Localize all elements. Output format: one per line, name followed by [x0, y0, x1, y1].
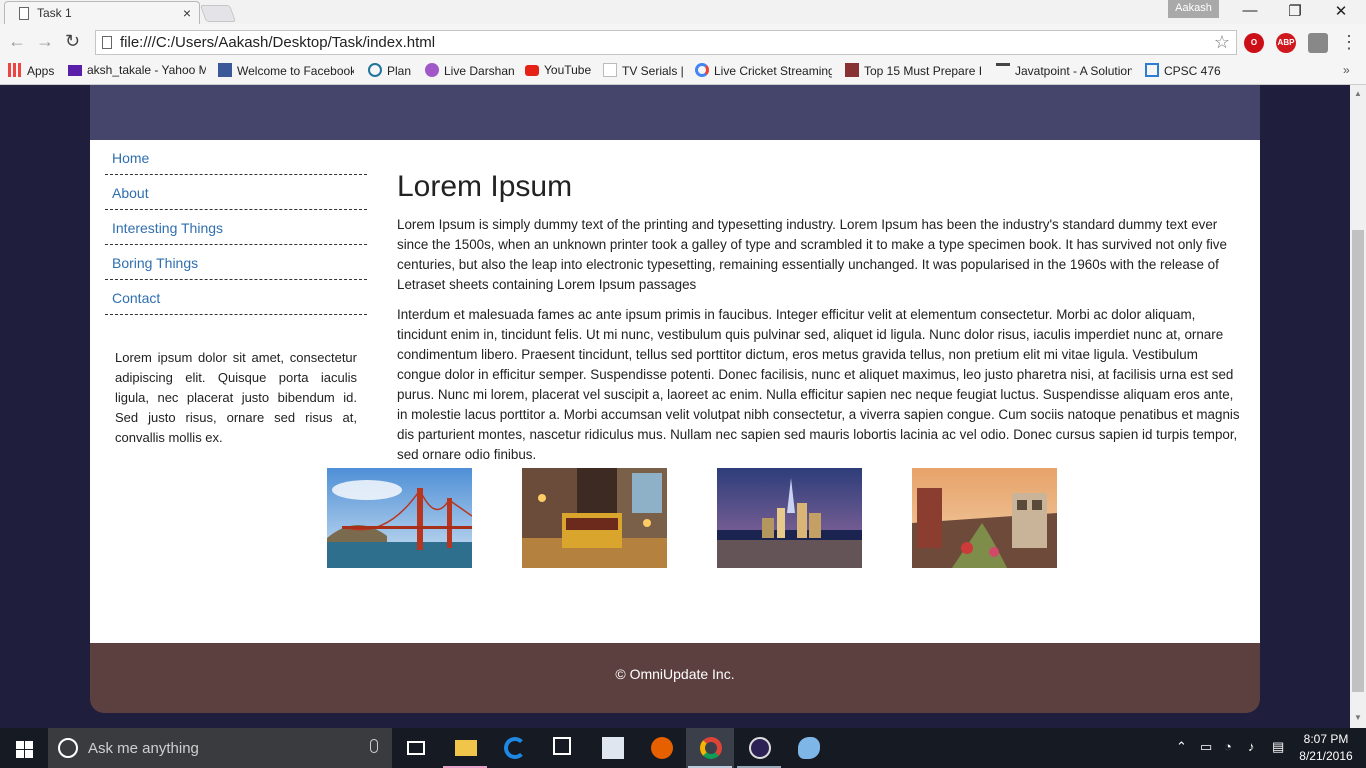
calendar-app-icon[interactable]: [588, 728, 636, 768]
bookmark-live-darshan[interactable]: Live Darshan: [425, 63, 515, 78]
nav-contact[interactable]: Contact: [105, 280, 367, 315]
bookmark-plan[interactable]: Plan: [368, 63, 414, 78]
store-icon[interactable]: [539, 728, 587, 768]
close-window-button[interactable]: ✕: [1326, 2, 1356, 20]
bookmark-star-icon[interactable]: ☆: [1214, 32, 1230, 53]
bookmark-youtube[interactable]: YouTube: [525, 63, 595, 77]
main-content: Lorem Ipsum Lorem Ipsum is simply dummy …: [397, 140, 1245, 465]
system-clock[interactable]: 8:07 PM 8/21/2016: [1298, 731, 1354, 765]
page-icon: [102, 36, 112, 49]
wordpress-icon: [368, 63, 382, 77]
bookmarks-bar: Apps aksh_takale - Yahoo M Welcome to Fa…: [0, 60, 1366, 85]
content-area: Home About Interesting Things Boring Thi…: [90, 140, 1260, 643]
youtube-icon: [525, 65, 539, 76]
cortana-search-box[interactable]: Ask me anything: [48, 728, 392, 768]
eyedropper-icon[interactable]: [1308, 33, 1328, 53]
golden-gate-bridge-image: [327, 468, 472, 568]
nav-home[interactable]: Home: [105, 140, 367, 175]
bookmark-javatpoint[interactable]: Javatpoint - A Solution: [996, 63, 1132, 78]
google-icon: [695, 63, 709, 77]
music-icon: [845, 63, 859, 77]
temple-icon: [425, 63, 439, 77]
url-text[interactable]: file:///C:/Users/Aakash/Desktop/Task/ind…: [120, 34, 435, 51]
browser-tab[interactable]: Task 1 ×: [4, 1, 200, 25]
bookmark-tv-serials[interactable]: TV Serials |: [603, 63, 685, 78]
back-arrow-icon[interactable]: ←: [8, 31, 26, 52]
bookmarks-overflow-icon[interactable]: »: [1343, 63, 1350, 77]
firefox-icon[interactable]: [637, 728, 685, 768]
nav-boring-things[interactable]: Boring Things: [105, 245, 367, 280]
page-title: Lorem Ipsum: [397, 170, 573, 203]
sidebar: Home About Interesting Things Boring Thi…: [105, 140, 367, 448]
start-button[interactable]: [0, 728, 48, 768]
volume-icon[interactable]: ♪: [1248, 739, 1255, 754]
bookmark-live-cricket[interactable]: Live Cricket Streaming: [695, 63, 832, 78]
address-bar[interactable]: file:///C:/Users/Aakash/Desktop/Task/ind…: [95, 30, 1237, 55]
opera-icon[interactable]: O: [1244, 33, 1264, 53]
clock-date: 8/21/2016: [1299, 749, 1353, 763]
bookmark-apps[interactable]: Apps: [8, 63, 60, 78]
cable-car-image: [522, 468, 667, 568]
chrome-menu-icon[interactable]: ⋮: [1340, 32, 1358, 53]
scroll-up-icon[interactable]: ▲: [1354, 89, 1362, 98]
bookmark-cpsc476[interactable]: CPSC 476: [1145, 63, 1225, 78]
tab-close-button[interactable]: ×: [183, 5, 191, 21]
file-explorer-icon[interactable]: [441, 728, 489, 768]
page-header: [90, 85, 1260, 140]
tab-strip: Task 1 × Aakash — ❐ ✕: [0, 0, 1366, 25]
task-view-icon[interactable]: [392, 728, 440, 768]
facebook-icon: [218, 63, 232, 77]
bookmark-yahoo[interactable]: aksh_takale - Yahoo M: [68, 63, 206, 77]
scroll-thumb[interactable]: [1352, 230, 1364, 692]
forward-arrow-icon[interactable]: →: [36, 31, 54, 52]
sidebar-text: Lorem ipsum dolor sit amet, consectetur …: [115, 350, 357, 445]
t-icon: [996, 63, 1010, 77]
edge-browser-icon[interactable]: [490, 728, 538, 768]
cortana-icon: [58, 738, 78, 758]
apps-grid-icon: [8, 63, 22, 77]
search-placeholder: Ask me anything: [88, 740, 199, 757]
minimize-button[interactable]: —: [1235, 2, 1265, 19]
bookmark-top15[interactable]: Top 15 Must Prepare I: [845, 63, 983, 78]
paragraph-2: Interdum et malesuada fames ac ante ipsu…: [397, 307, 1240, 462]
paint-icon[interactable]: [784, 728, 832, 768]
show-hidden-icons-icon[interactable]: ⌃: [1176, 739, 1187, 755]
page-footer: © OmniUpdate Inc.: [90, 643, 1260, 713]
page-icon: [19, 7, 29, 20]
nav-interesting-things[interactable]: Interesting Things: [105, 210, 367, 245]
windows-taskbar: Ask me anything ⌃ ▭ ◔ ♪ ▤ 8:07 PM 8/21/2…: [0, 728, 1366, 768]
city-night-skyline-image: [717, 468, 862, 568]
hillside-houses-image: [912, 468, 1057, 568]
microphone-icon[interactable]: [370, 739, 378, 753]
adblock-plus-icon[interactable]: ABP: [1276, 33, 1296, 53]
page-icon: [603, 63, 617, 77]
reload-icon[interactable]: ↻: [65, 31, 80, 52]
battery-icon[interactable]: ▭: [1200, 739, 1212, 755]
page-viewport: Home About Interesting Things Boring Thi…: [0, 85, 1350, 728]
wifi-icon[interactable]: ◔: [1224, 739, 1232, 754]
maximize-button[interactable]: ❐: [1280, 2, 1310, 20]
new-tab-button[interactable]: [199, 5, 237, 22]
chrome-taskbar-icon[interactable]: [686, 728, 734, 768]
notifications-icon[interactable]: ▤: [1272, 739, 1284, 755]
vertical-scrollbar[interactable]: ▲ ▼: [1350, 85, 1366, 728]
bookmark-facebook[interactable]: Welcome to Facebook: [218, 63, 354, 78]
window-icon: [1145, 63, 1159, 77]
paragraph-1: Lorem Ipsum is simply dummy text of the …: [397, 217, 1227, 292]
scroll-down-icon[interactable]: ▼: [1354, 713, 1362, 722]
yahoo-mail-icon: [68, 65, 82, 76]
clock-time: 8:07 PM: [1303, 732, 1349, 746]
profile-button[interactable]: Aakash: [1168, 0, 1219, 18]
tab-title: Task 1: [37, 6, 72, 20]
eclipse-icon[interactable]: [735, 728, 783, 768]
nav-about[interactable]: About: [105, 175, 367, 210]
